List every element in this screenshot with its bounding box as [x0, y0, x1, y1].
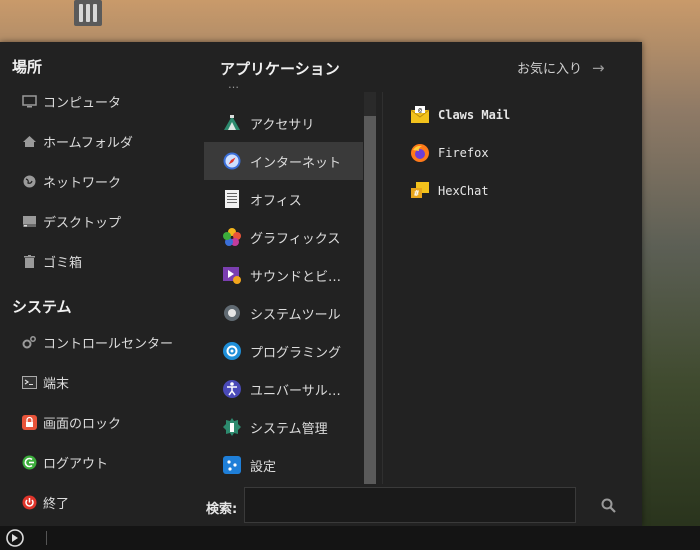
claws-mail-icon: @	[410, 105, 430, 125]
logout-icon	[22, 455, 37, 470]
office-icon	[222, 189, 242, 209]
system-label: 終了	[43, 496, 70, 512]
category-internet[interactable]: インターネット	[204, 142, 363, 180]
place-computer[interactable]: コンピュータ	[22, 90, 121, 112]
place-label: コンピュータ	[43, 95, 122, 111]
svg-text:@: @	[418, 107, 422, 114]
category-accessibility[interactable]: ユニバーサル…	[204, 370, 363, 408]
system-lock-screen[interactable]: 画面のロック	[22, 411, 121, 433]
category-administration[interactable]: システム管理	[204, 408, 363, 446]
category-label: グラフィックス	[250, 231, 341, 247]
hexchat-icon: #	[410, 181, 430, 201]
applications-heading: アプリケーション	[220, 60, 340, 78]
system-label: ログアウト	[43, 456, 109, 472]
place-home[interactable]: ホームフォルダ	[22, 130, 133, 152]
programming-icon	[222, 341, 242, 361]
app-label: Claws Mail	[438, 108, 511, 122]
multimedia-icon	[222, 265, 242, 285]
category-multimedia[interactable]: サウンドとビ…	[204, 256, 363, 294]
administration-icon	[222, 417, 242, 437]
place-network[interactable]: ネットワーク	[22, 170, 121, 192]
place-trash[interactable]: ゴミ箱	[22, 250, 82, 272]
arrow-right-icon: →	[592, 58, 605, 77]
system-heading: システム	[12, 298, 72, 316]
places-heading: 場所	[12, 58, 43, 76]
app-label: HexChat	[438, 184, 489, 198]
trash-icon	[22, 254, 37, 269]
accessories-icon	[222, 113, 242, 133]
taskbar-separator	[46, 531, 47, 545]
category-graphics[interactable]: グラフィックス	[204, 218, 363, 256]
system-label: コントロールセンター	[43, 336, 174, 352]
places-column: 場所 コンピュータ ホームフォルダ ネットワーク デスクトップ ゴミ箱 システム…	[0, 42, 204, 526]
category-system-tools[interactable]: システムツール	[204, 294, 363, 332]
place-label: ホームフォルダ	[43, 135, 133, 151]
category-label: インターネット	[250, 155, 342, 171]
category-list[interactable]: … アクセサリ インターネット オフィス グラフィックス	[204, 86, 364, 484]
home-icon	[22, 134, 37, 149]
partial-category-item[interactable]: …	[228, 86, 239, 91]
app-label: Firefox	[438, 146, 489, 160]
app-hexchat[interactable]: # HexChat	[410, 180, 489, 202]
category-label: アクセサリ	[250, 117, 315, 133]
search-icon[interactable]	[600, 497, 618, 515]
power-icon	[22, 495, 37, 510]
app-firefox[interactable]: Firefox	[410, 142, 489, 164]
svg-text:#: #	[414, 189, 419, 198]
search-input[interactable]	[244, 487, 576, 523]
category-accessories[interactable]: アクセサリ	[204, 104, 363, 142]
category-label: ユニバーサル…	[250, 383, 341, 399]
app-claws-mail[interactable]: @ Claws Mail	[410, 104, 510, 126]
category-label: プログラミング	[250, 345, 342, 361]
firefox-icon	[410, 143, 430, 163]
category-office[interactable]: オフィス	[204, 180, 363, 218]
system-logout[interactable]: ログアウト	[22, 451, 108, 473]
graphics-icon	[222, 227, 242, 247]
place-label: デスクトップ	[43, 215, 122, 231]
column-divider	[382, 92, 383, 484]
system-tools-icon	[222, 303, 242, 323]
place-label: ネットワーク	[43, 175, 122, 191]
gear-icon	[22, 335, 37, 350]
category-label: システムツール	[250, 307, 341, 323]
place-desktop[interactable]: デスクトップ	[22, 210, 121, 232]
favorites-button[interactable]: お気に入り →	[517, 58, 605, 78]
category-label: オフィス	[250, 193, 302, 209]
system-terminal[interactable]: 端末	[22, 371, 69, 393]
lock-icon	[22, 414, 37, 430]
category-settings[interactable]: 設定	[204, 446, 363, 484]
category-label: 設定	[250, 459, 277, 475]
category-label: システム管理	[250, 421, 328, 437]
search-label: 検索:	[206, 502, 238, 517]
desktop-icon	[22, 214, 37, 229]
system-label: 画面のロック	[43, 416, 122, 432]
application-menu: 場所 コンピュータ ホームフォルダ ネットワーク デスクトップ ゴミ箱 システム…	[0, 42, 642, 526]
settings-icon	[222, 455, 242, 475]
system-label: 端末	[43, 376, 70, 392]
place-label: ゴミ箱	[43, 255, 83, 271]
accessibility-icon	[222, 379, 242, 399]
system-control-center[interactable]: コントロールセンター	[22, 331, 173, 353]
internet-icon	[222, 151, 242, 171]
system-shutdown[interactable]: 終了	[22, 491, 69, 513]
desktop-shortcut-icon[interactable]	[74, 0, 102, 26]
category-label: サウンドとビ…	[250, 269, 342, 285]
monitor-icon	[22, 94, 37, 109]
category-scrollbar-thumb[interactable]	[364, 116, 376, 484]
favorites-label: お気に入り	[517, 62, 583, 77]
category-programming[interactable]: プログラミング	[204, 332, 363, 370]
globe-icon	[22, 174, 37, 189]
taskbar	[0, 526, 700, 550]
menu-launcher-icon[interactable]	[5, 528, 25, 548]
terminal-icon	[22, 375, 37, 390]
